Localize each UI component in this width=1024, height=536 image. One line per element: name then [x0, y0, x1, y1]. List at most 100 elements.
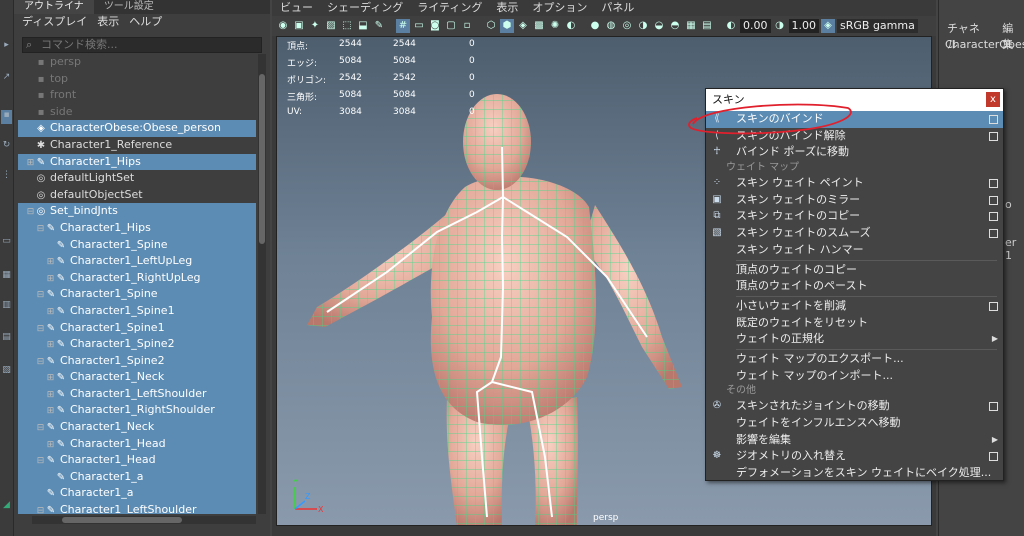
- option-box-icon[interactable]: [989, 229, 998, 239]
- skin-menu-item[interactable]: ウェイト マップのインポート...: [706, 368, 1003, 385]
- menu-show[interactable]: 表示: [496, 0, 518, 16]
- menu-lighting[interactable]: ライティング: [417, 0, 482, 16]
- layout-single-icon[interactable]: ▭: [1, 236, 12, 250]
- lights-icon[interactable]: ✺: [548, 19, 562, 33]
- isolate-select-icon[interactable]: ◒: [652, 19, 666, 33]
- skin-menu-item[interactable]: ⟪ スキンのバインド: [706, 111, 1003, 128]
- resolution-gate-icon[interactable]: ◙: [428, 19, 442, 33]
- menu-options[interactable]: オプション: [532, 0, 587, 16]
- option-box-icon[interactable]: [989, 212, 998, 222]
- exposure-field[interactable]: 0.00: [740, 19, 771, 33]
- skin-menu-item[interactable]: スキン ウェイト ハンマー: [706, 242, 1003, 259]
- expand-toggle-icon[interactable]: ⊞: [46, 387, 55, 404]
- menu-shading[interactable]: シェーディング: [327, 0, 403, 16]
- wireframe-icon[interactable]: ⬡: [484, 19, 498, 33]
- skin-menu-item[interactable]: ▣ スキン ウェイトのミラー: [706, 192, 1003, 209]
- outliner-row[interactable]: ⊞ ✎ Character1_LeftUpLeg: [18, 253, 256, 270]
- expand-toggle-icon[interactable]: ⊞: [46, 437, 55, 454]
- skin-menu-item[interactable]: ▧ スキン ウェイトのスムーズ: [706, 225, 1003, 242]
- expand-toggle-icon[interactable]: ⊟: [36, 321, 45, 338]
- xray-icon[interactable]: ◓: [668, 19, 682, 33]
- expand-toggle-icon[interactable]: ⊟: [36, 221, 45, 238]
- tab-tool-settings[interactable]: ツール設定: [94, 0, 164, 14]
- outliner-hscrollbar[interactable]: [32, 516, 256, 524]
- layout-side-icon[interactable]: ▥: [1, 300, 12, 314]
- xray-components-icon[interactable]: ▤: [700, 19, 714, 33]
- move-tool-icon[interactable]: ▪: [1, 110, 12, 124]
- skin-menu-item[interactable]: ウェイトの正規化 ▶: [706, 331, 1003, 348]
- option-box-icon[interactable]: [989, 179, 998, 189]
- expand-toggle-icon[interactable]: ⊞: [46, 254, 55, 271]
- expand-toggle-icon[interactable]: ⊟: [36, 354, 45, 371]
- smooth-shade-icon[interactable]: ⬢: [500, 19, 514, 33]
- rotate-tool-icon[interactable]: ↻: [1, 140, 12, 154]
- image-plane-icon[interactable]: ▨: [324, 19, 338, 33]
- outliner-row[interactable]: ⊞ ✎ Character1_Spine1: [18, 302, 256, 321]
- expand-toggle-icon[interactable]: ⊟: [36, 503, 45, 514]
- gate-mask-icon[interactable]: ▢: [444, 19, 458, 33]
- option-box-icon[interactable]: [989, 131, 998, 141]
- color-space-select[interactable]: sRGB gamma: [837, 19, 918, 33]
- expand-toggle-icon[interactable]: ⊞: [46, 304, 55, 321]
- outliner-row[interactable]: ▪ side: [18, 104, 256, 121]
- outliner-row[interactable]: ⊟ ✎ Character1_Neck: [18, 419, 256, 436]
- outliner-row[interactable]: ▪ top: [18, 71, 256, 88]
- grease-pencil-icon[interactable]: ✎: [372, 19, 386, 33]
- menu-show[interactable]: 表示: [97, 14, 119, 30]
- expand-toggle-icon[interactable]: ⊟: [36, 453, 45, 470]
- skin-menu-item[interactable]: 小さいウェイトを削減: [706, 298, 1003, 315]
- skin-menu-item[interactable]: 既定のウェイトをリセット: [706, 315, 1003, 332]
- layout-stack-icon[interactable]: ▤: [1, 332, 12, 346]
- skin-menu-item[interactable]: ✇ スキンされたジョイントの移動: [706, 398, 1003, 415]
- menu-view[interactable]: ビュー: [280, 0, 313, 16]
- outliner-row[interactable]: ⊟ ✎ Character1_Spine: [18, 286, 256, 303]
- bookmark-icon[interactable]: ✦: [308, 19, 322, 33]
- expand-toggle-icon[interactable]: ⊟: [36, 287, 45, 304]
- skin-menu-item[interactable]: 頂点のウェイトのペースト: [706, 278, 1003, 295]
- command-search-input[interactable]: ⌕ コマンド検索...: [22, 37, 262, 53]
- outliner-row[interactable]: ⊟ ✎ Character1_Spine2: [18, 352, 256, 371]
- outliner-row[interactable]: ◎ defaultLightSet: [18, 170, 256, 187]
- outliner-row[interactable]: ⊟ ✎ Character1_Spine1: [18, 319, 256, 338]
- select-tool-icon[interactable]: ▸: [1, 40, 12, 54]
- outliner-row[interactable]: ⊟ ✎ Character1_Hips: [18, 219, 256, 238]
- outliner-row[interactable]: ⊞ ✎ Character1_Head: [18, 435, 256, 454]
- option-box-icon[interactable]: [989, 195, 998, 205]
- color-management-icon[interactable]: ◈: [821, 19, 835, 33]
- option-box-icon[interactable]: [989, 402, 998, 412]
- skin-menu-item[interactable]: ☥ バインド ポーズに移動: [706, 144, 1003, 161]
- skin-menu-item[interactable]: ⁘ スキン ウェイト ペイント: [706, 175, 1003, 192]
- scale-tool-icon[interactable]: ⋮: [1, 170, 12, 184]
- outliner-row[interactable]: ⊞ ✎ Character1_Spine2: [18, 336, 256, 353]
- outliner-row[interactable]: ⊞ ✎ Character1_Hips: [18, 153, 256, 172]
- outliner-row[interactable]: ▪ persp: [18, 54, 256, 71]
- tab-outliner[interactable]: アウトライナ: [14, 0, 94, 14]
- expand-toggle-icon[interactable]: ⊞: [46, 403, 55, 420]
- outliner-vscrollbar[interactable]: [258, 54, 266, 514]
- layout-outliner-icon[interactable]: ▧: [1, 365, 12, 379]
- textured-icon[interactable]: ▩: [532, 19, 546, 33]
- wire-on-shaded-icon[interactable]: ◈: [516, 19, 530, 33]
- skin-menu-item[interactable]: 頂点のウェイトのコピー: [706, 262, 1003, 279]
- grid-icon[interactable]: #: [396, 19, 410, 33]
- outliner-row[interactable]: ✎ Character1_a: [18, 485, 256, 503]
- menu-help[interactable]: ヘルプ: [129, 14, 162, 30]
- expand-toggle-icon[interactable]: ⊞: [26, 155, 35, 172]
- skin-menu-item[interactable]: デフォメーションをスキン ウェイトにベイク処理...: [706, 465, 1003, 482]
- outliner-row[interactable]: ◎ defaultObjectSet: [18, 187, 256, 204]
- motion-blur-icon[interactable]: ◍: [604, 19, 618, 33]
- skin-menu-item[interactable]: ⟨ スキンのバインド解除: [706, 128, 1003, 145]
- outliner-row[interactable]: ⊟ ◎ Set_bindJnts: [18, 203, 256, 220]
- outliner-row[interactable]: ⊞ ✎ Character1_Neck: [18, 369, 256, 386]
- xray-joints-icon[interactable]: ▦: [684, 19, 698, 33]
- expand-toggle-icon[interactable]: ⊞: [46, 271, 55, 288]
- camera-attr-icon[interactable]: ▣: [292, 19, 306, 33]
- anti-alias-icon[interactable]: ◎: [620, 19, 634, 33]
- outliner-row[interactable]: ⊞ ✎ Character1_RightShoulder: [18, 402, 256, 420]
- option-box-icon[interactable]: [989, 115, 998, 124]
- menu-display[interactable]: ディスプレイ: [22, 14, 87, 30]
- safe-action-icon[interactable]: ▫: [460, 19, 474, 33]
- depth-of-field-icon[interactable]: ◑: [636, 19, 650, 33]
- shadows-icon[interactable]: ◐: [564, 19, 578, 33]
- option-box-icon[interactable]: [989, 452, 998, 462]
